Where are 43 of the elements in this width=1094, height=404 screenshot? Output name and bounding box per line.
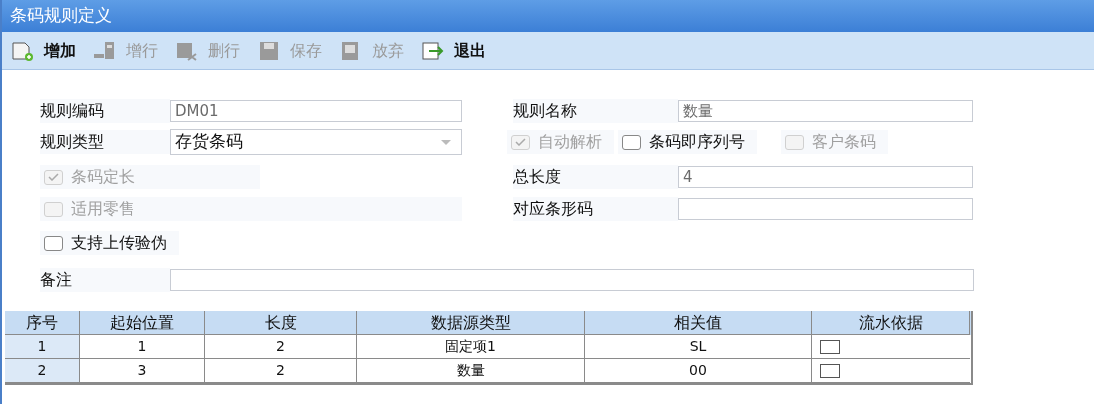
caret-icon — [441, 139, 451, 145]
text-field[interactable]: 4 — [678, 166, 973, 188]
table-cell: 3 — [80, 359, 205, 383]
checkbox[interactable] — [44, 235, 63, 251]
table-cell: SL — [585, 335, 812, 359]
field-label: 备注 — [40, 268, 170, 292]
checkbox-label: 支持上传验伪 — [71, 232, 167, 254]
table-cell: 2 — [5, 359, 80, 383]
checkbox-label: 自动解析 — [538, 131, 602, 153]
check-icon — [48, 173, 59, 181]
table-cell: 数量 — [357, 359, 585, 383]
text-field[interactable]: DM01 — [170, 100, 462, 122]
checkbox-option[interactable]: 条码即序列号 — [618, 130, 757, 154]
table-cell: 1 — [5, 335, 80, 359]
exit-icon — [420, 39, 446, 62]
field-label: 总长度 — [513, 165, 678, 189]
toolbar-button[interactable]: 退出 — [420, 35, 486, 66]
table-cell: 2 — [205, 335, 357, 359]
field-label: 规则名称 — [513, 99, 678, 123]
table-cell: 2 — [205, 359, 357, 383]
checkbox[interactable] — [820, 363, 840, 378]
checkbox[interactable] — [622, 134, 641, 150]
checkbox-label: 条码定长 — [71, 166, 135, 188]
text-field[interactable] — [678, 198, 973, 220]
checkbox-label: 客户条码 — [812, 131, 876, 153]
checkbox[interactable] — [820, 339, 840, 354]
window-title: 条码规则定义 — [10, 4, 112, 28]
checkbox-label: 适用零售 — [71, 198, 135, 220]
table-cell: 1 — [80, 335, 205, 359]
check-icon — [515, 138, 526, 146]
field-label: 规则类型 — [40, 130, 170, 154]
table-cell: 00 — [585, 359, 812, 383]
field-label: 规则编码 — [40, 99, 170, 123]
text-field[interactable]: 数量 — [678, 100, 973, 122]
field-label: 对应条形码 — [513, 197, 678, 221]
table-cell: 固定项1 — [357, 335, 585, 359]
checkbox-label: 条码即序列号 — [649, 131, 745, 153]
checkbox-option[interactable]: 支持上传验伪 — [40, 231, 179, 255]
dropdown-field[interactable]: 存货条码 — [170, 129, 462, 155]
new-document-icon — [10, 39, 36, 62]
toolbar-button[interactable]: 增加 — [10, 35, 76, 66]
text-field[interactable] — [170, 269, 974, 291]
dropdown-value: 存货条码 — [175, 130, 243, 154]
